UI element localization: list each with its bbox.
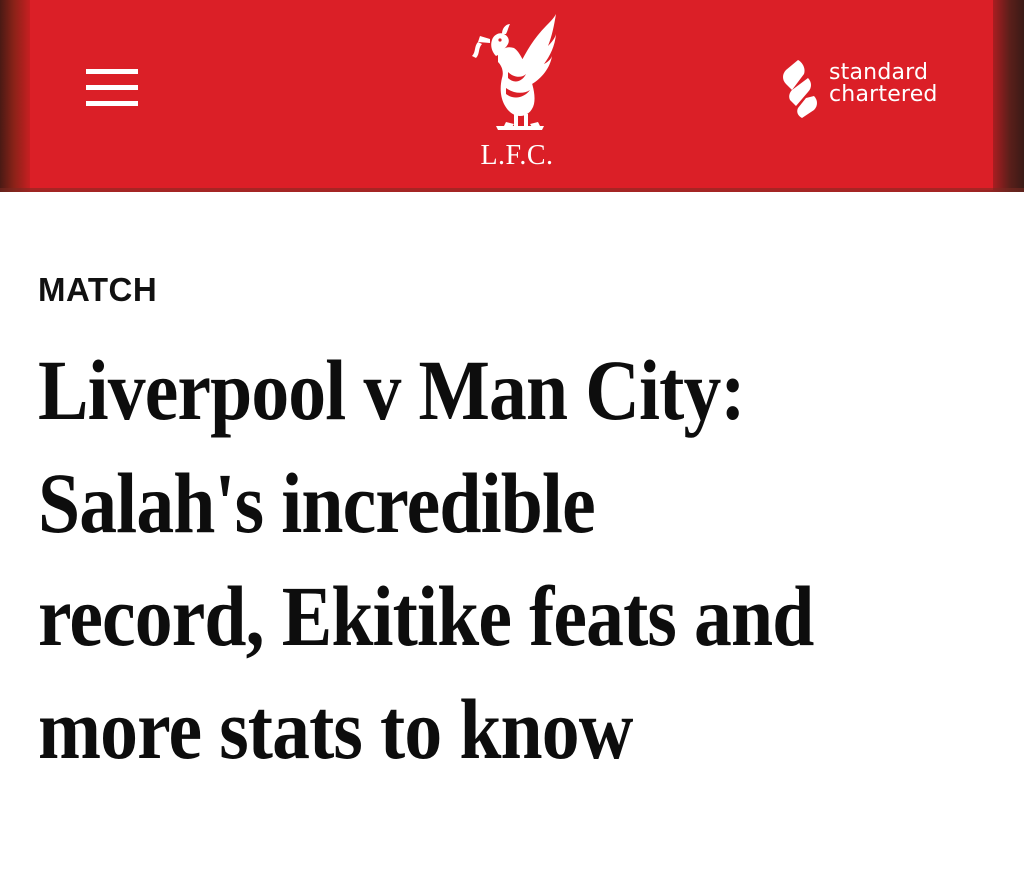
headline-line: more stats to know	[38, 681, 633, 777]
club-crest-logo[interactable]: L.F.C.	[462, 12, 572, 174]
sponsor-name-line1: standard	[829, 60, 929, 85]
crest-text: L.F.C.	[480, 140, 554, 171]
headline-line: Liverpool v Man City:	[38, 342, 746, 438]
headline-line: record, Ekitike feats and	[38, 568, 814, 664]
hamburger-menu-icon	[86, 85, 138, 90]
article-page: L.F.C. standard chartered MATCH Liverpoo…	[0, 0, 1024, 881]
standard-chartered-logo-icon	[783, 60, 817, 118]
sponsor-logo[interactable]: standard chartered	[778, 54, 968, 124]
sponsor-name-line2: chartered	[829, 82, 938, 107]
header-divider	[0, 188, 1024, 192]
hamburger-menu-icon	[86, 69, 138, 74]
hamburger-menu-icon	[86, 101, 138, 106]
article-category[interactable]: MATCH	[38, 270, 157, 310]
sponsor-name: standard chartered	[829, 62, 938, 106]
liverbird-crest-icon	[472, 14, 556, 130]
headline-line: Salah's incredible	[38, 455, 596, 551]
article-headline: Liverpool v Man City: Salah's incredible…	[38, 334, 883, 786]
menu-button[interactable]	[86, 69, 138, 109]
